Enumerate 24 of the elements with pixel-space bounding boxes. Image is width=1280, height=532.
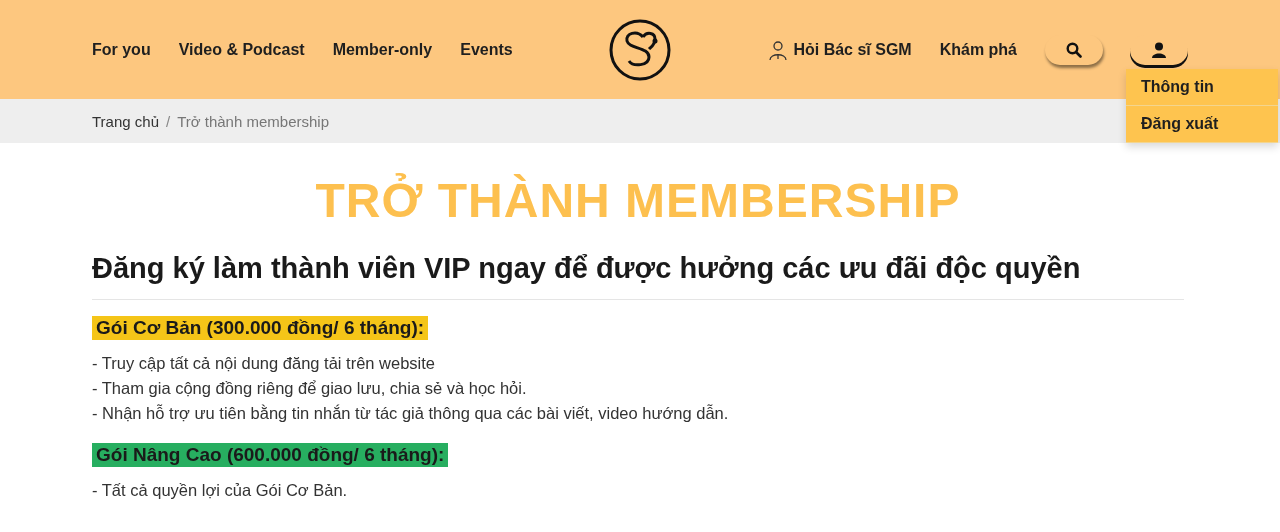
section-heading: Đăng ký làm thành viên VIP ngay để được hưởng các ưu đãi độc quyền (92, 252, 1184, 300)
doctor-icon (769, 39, 788, 60)
nav-link[interactable]: For you (92, 40, 151, 59)
benefit-text: - Tất cả quyền lợi của Gói Cơ Bản. (92, 481, 349, 500)
breadcrumb-separator: / (166, 112, 171, 130)
menu-item[interactable]: Thông tin (1126, 68, 1278, 106)
breadcrumb-link[interactable]: Trở thành membership (177, 112, 329, 130)
nav-link-label[interactable]: Hỏi Bác sĩ SGM (793, 40, 912, 59)
nav-link[interactable]: Events (460, 40, 513, 59)
user-icon (1151, 41, 1167, 58)
nav-link[interactable]: Member-only (332, 40, 433, 59)
benefit-text: - Nhận hỗ trợ ưu tiên bằng tin nhắn từ tác giả thông qua các bài viết, video hướng dẫn. (92, 404, 730, 423)
plan-heading: Gói Cơ Bản (300.000 đồng/ 6 tháng): (92, 316, 429, 340)
search-button[interactable] (1045, 34, 1103, 65)
nav-link[interactable]: Hỏi Bác sĩ SGM (769, 39, 912, 60)
breadcrumb-link[interactable]: Trang chủ (92, 112, 159, 130)
search-icon (1066, 41, 1082, 58)
plan-heading: Gói Nâng Cao (600.000 đồng/ 6 tháng): (92, 443, 449, 467)
benefit-text: - Tham gia cộng đồng riêng để giao lưu, chia sẻ và học hỏi. (92, 379, 528, 398)
benefit-text: - Truy cập tất cả nội dung đăng tải trên website (92, 354, 437, 373)
page-title: TRỞ THÀNH MEMBERSHIP (314, 173, 962, 228)
logo-icon[interactable] (609, 18, 671, 81)
nav-link[interactable]: Khám phá (939, 40, 1017, 59)
nav-link[interactable]: Video & Podcast (178, 40, 305, 59)
